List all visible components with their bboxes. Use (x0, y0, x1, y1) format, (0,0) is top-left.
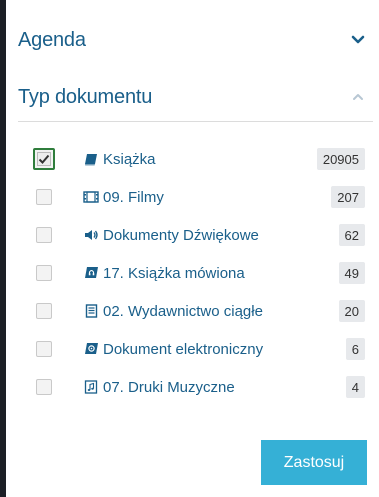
filter-count-wydawnictwo: 20 (338, 300, 365, 322)
filter-count-druki-muzyczne: 4 (345, 376, 365, 398)
filter-label-elektroniczny[interactable]: Dokument elektroniczny (83, 341, 263, 358)
book-icon (83, 151, 99, 167)
checkmark-icon (38, 154, 50, 164)
filter-row-druki-muzyczne: 07. Druki Muzyczne 4 (6, 368, 379, 406)
filter-label-druki-muzyczne[interactable]: 07. Druki Muzyczne (83, 379, 235, 396)
doc-type-section-header[interactable]: Typ dokumentu (18, 77, 365, 117)
sheet-music-icon (83, 379, 99, 395)
filter-count-dzwiekowe: 62 (338, 224, 365, 246)
speaker-icon (83, 227, 99, 243)
audiobook-icon (83, 265, 99, 281)
agenda-section-header[interactable]: Agenda (18, 20, 365, 60)
filter-checkbox-elektroniczny[interactable] (36, 341, 52, 357)
filter-label-wydawnictwo[interactable]: 02. Wydawnictwo ciągłe (83, 303, 263, 320)
film-icon (83, 189, 99, 205)
filter-row-elektroniczny: Dokument elektroniczny 6 (6, 330, 379, 368)
filter-label-dzwiekowe[interactable]: Dokumenty Dźwiękowe (83, 227, 259, 244)
filter-row-ksiazka: Książka 20905 (6, 140, 379, 178)
filter-checkbox-druki-muzyczne[interactable] (36, 379, 52, 395)
filter-count-ksiazka-mowiona: 49 (338, 262, 365, 284)
section-divider (18, 121, 373, 122)
filter-label-filmy[interactable]: 09. Filmy (83, 189, 164, 206)
filter-checkbox-filmy[interactable] (36, 189, 52, 205)
periodical-icon (83, 303, 99, 319)
agenda-title: Agenda (18, 28, 86, 51)
filter-row-dzwiekowe: Dokumenty Dźwiękowe 62 (6, 216, 379, 254)
chevron-up-icon[interactable] (351, 90, 365, 104)
filter-checkbox-ksiazka[interactable] (33, 148, 55, 170)
filter-label-ksiazka-mowiona[interactable]: 17. Książka mówiona (83, 265, 245, 282)
filter-checkbox-ksiazka-mowiona[interactable] (36, 265, 52, 281)
filter-panel: Agenda Typ dokumentu Książka 20905 09. F… (6, 0, 379, 497)
ebook-icon (83, 341, 99, 357)
filter-count-ksiazka: 20905 (316, 148, 365, 170)
filter-row-filmy: 09. Filmy 207 (6, 178, 379, 216)
filter-row-wydawnictwo: 02. Wydawnictwo ciągłe 20 (6, 292, 379, 330)
apply-button[interactable]: Zastosuj (261, 440, 367, 485)
filter-checkbox-wydawnictwo[interactable] (36, 303, 52, 319)
filter-checkbox-dzwiekowe[interactable] (36, 227, 52, 243)
chevron-down-icon[interactable] (351, 33, 365, 47)
filter-row-ksiazka-mowiona: 17. Książka mówiona 49 (6, 254, 379, 292)
filter-label-ksiazka[interactable]: Książka (83, 151, 156, 168)
doc-type-title: Typ dokumentu (18, 85, 153, 108)
filter-count-elektroniczny: 6 (345, 338, 365, 360)
filter-count-filmy: 207 (331, 186, 365, 208)
